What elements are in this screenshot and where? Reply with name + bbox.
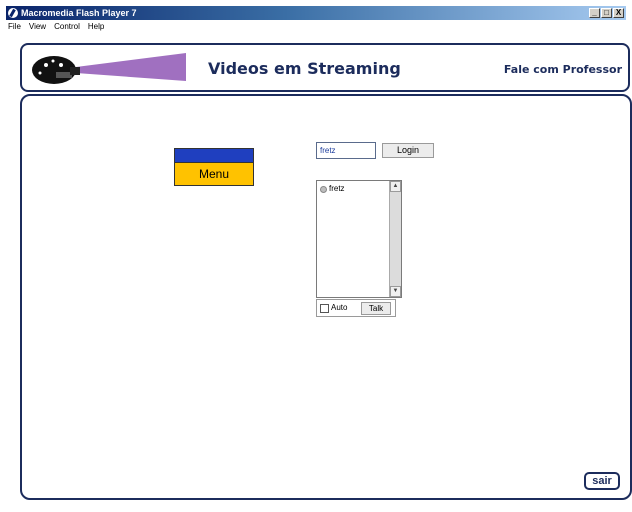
list-item[interactable]: fretz — [320, 184, 345, 194]
user-name: fretz — [329, 184, 345, 193]
menu-button-top-bar — [175, 149, 253, 163]
contact-professor-link[interactable]: Fale com Professor — [504, 63, 622, 76]
menu-button-label: Menu — [175, 163, 253, 185]
user-status-icon — [320, 185, 327, 193]
talk-button[interactable]: Talk — [361, 302, 391, 315]
menu-bar: File View Control Help — [6, 20, 626, 33]
window-controls: _ □ X — [589, 8, 624, 18]
minimize-button[interactable]: _ — [589, 8, 600, 18]
page-title: Videos em Streaming — [208, 59, 401, 78]
auto-checkbox[interactable] — [320, 304, 329, 313]
menu-button[interactable]: Menu — [174, 148, 254, 186]
maximize-button[interactable]: □ — [601, 8, 612, 18]
user-list[interactable]: fretz ▲ ▼ — [316, 180, 402, 298]
menu-view[interactable]: View — [29, 20, 46, 33]
camera-projector-icon — [26, 49, 206, 89]
scroll-down-icon[interactable]: ▼ — [390, 286, 401, 297]
sair-button[interactable]: sair — [584, 472, 620, 490]
close-button[interactable]: X — [613, 8, 624, 18]
menu-help[interactable]: Help — [88, 20, 104, 33]
menu-file[interactable]: File — [8, 20, 21, 33]
login-button[interactable]: Login — [382, 143, 434, 158]
user-list-scrollbar[interactable]: ▲ ▼ — [389, 181, 401, 297]
flash-player-icon — [8, 8, 18, 18]
talk-controls: Auto Talk — [316, 299, 396, 317]
username-input[interactable]: fretz — [316, 142, 376, 159]
scroll-up-icon[interactable]: ▲ — [390, 181, 401, 192]
auto-label: Auto — [331, 303, 348, 312]
window-title-bar[interactable]: Macromedia Flash Player 7 _ □ X — [6, 6, 626, 20]
header-banner: Videos em Streaming Fale com Professor — [20, 43, 630, 92]
window-title: Macromedia Flash Player 7 — [21, 8, 137, 18]
menu-control[interactable]: Control — [54, 20, 80, 33]
main-panel: Menu fretz Login fretz ▲ ▼ Auto Talk sai… — [20, 94, 632, 500]
